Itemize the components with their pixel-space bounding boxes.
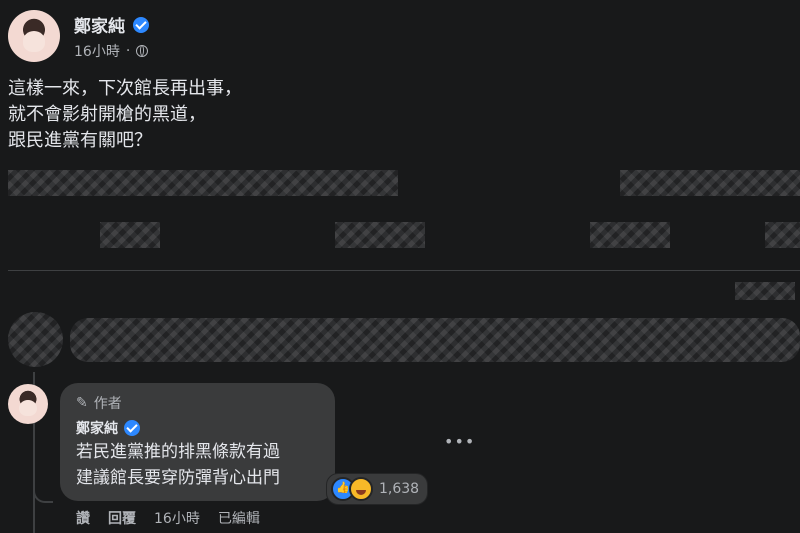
author-tag: ✎ 作者	[76, 393, 122, 413]
reply-author-avatar[interactable]	[8, 384, 48, 424]
post-timestamp[interactable]: 16小時	[74, 41, 120, 61]
obscured-content	[590, 222, 670, 248]
reaction-summary[interactable]: 1,638	[326, 473, 429, 505]
like-action[interactable]: 讚	[76, 508, 90, 528]
obscured-content	[100, 222, 160, 248]
reply-bubble: ✎ 作者 鄭家純 若民進黨推的排黑條款有過 建議館長要穿防彈背心出門	[60, 383, 335, 501]
comment-timestamp[interactable]: 16小時	[154, 508, 200, 528]
post-meta: 16小時 ·	[74, 41, 149, 61]
post-author-avatar[interactable]	[8, 10, 60, 62]
author-tag-label: 作者	[93, 396, 122, 412]
reply-text-line: 若民進黨推的排黑條款有過	[76, 442, 280, 462]
comment-actions: 讚 回覆 16小時 已編輯	[76, 508, 260, 528]
obscured-content	[735, 282, 795, 300]
verified-badge-icon	[124, 420, 140, 436]
post-text-line: 這樣一來，下次館長再出事，	[8, 78, 242, 99]
reaction-count: 1,638	[379, 481, 420, 497]
pencil-icon: ✎	[76, 395, 88, 411]
obscured-content	[335, 222, 425, 248]
reply-author-name[interactable]: 鄭家純	[76, 418, 118, 438]
obscured-content	[620, 170, 800, 196]
post-text-line: 跟民進黨有關吧？	[8, 130, 152, 151]
section-divider	[8, 270, 800, 271]
haha-reaction-icon	[349, 477, 373, 501]
reply-action[interactable]: 回覆	[108, 508, 136, 528]
edited-label: 已編輯	[217, 511, 260, 527]
verified-badge-icon	[133, 16, 149, 33]
dot-separator: ·	[125, 43, 131, 59]
post-text-line: 就不會影射開槍的黑道，	[8, 104, 206, 125]
more-options-icon[interactable]: •••	[444, 432, 475, 451]
reply-author-row: 鄭家純	[76, 418, 140, 438]
obscured-comment	[8, 312, 63, 367]
post-body: 這樣一來，下次館長再出事， 就不會影射開槍的黑道， 跟民進黨有關吧？	[8, 76, 788, 154]
globe-icon[interactable]	[136, 45, 149, 57]
post-author-name[interactable]: 鄭家純	[74, 12, 125, 37]
reply-text: 若民進黨推的排黑條款有過 建議館長要穿防彈背心出門	[76, 439, 331, 491]
post-author-row: 鄭家純	[74, 12, 149, 37]
obscured-content	[765, 222, 800, 248]
thread-connector	[33, 455, 53, 503]
obscured-comment	[70, 318, 800, 362]
obscured-content	[8, 170, 398, 196]
reply-text-line: 建議館長要穿防彈背心出門	[76, 468, 280, 488]
